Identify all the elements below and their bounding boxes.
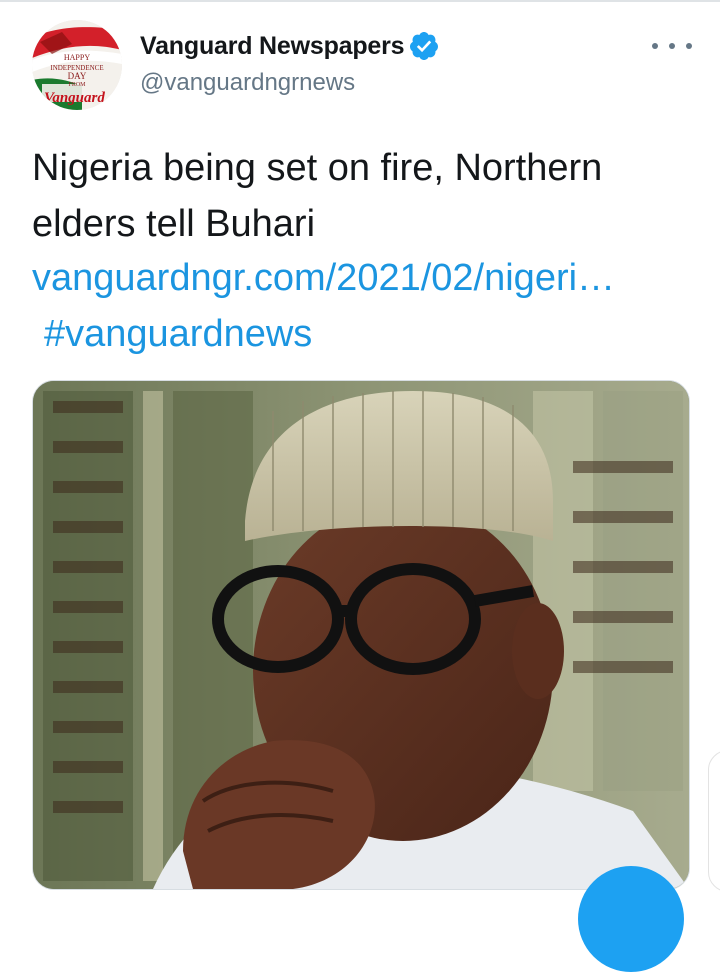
profile-avatar[interactable]: HAPPY INDEPENDENCE DAY FROM Vanguard bbox=[32, 20, 122, 110]
avatar-text-from: FROM bbox=[68, 82, 86, 88]
more-options-icon[interactable] bbox=[652, 34, 692, 58]
author-name-row[interactable]: Vanguard Newspapers bbox=[140, 30, 440, 62]
tweet-link[interactable]: vanguardngr.com/2021/02/nigeri… bbox=[32, 250, 702, 306]
compose-tweet-icon[interactable] bbox=[578, 866, 684, 972]
top-divider bbox=[0, 0, 720, 2]
tweet-hashtag[interactable]: #vanguardnews bbox=[44, 306, 312, 362]
avatar-brand-logo: Vanguard bbox=[44, 90, 105, 106]
photo-illustration bbox=[33, 381, 689, 889]
verified-badge-icon bbox=[410, 32, 439, 60]
tweet-media-image[interactable] bbox=[32, 380, 690, 890]
tweet-text: Nigeria being set on fire, Northern elde… bbox=[32, 147, 613, 245]
dot bbox=[652, 43, 658, 49]
dot bbox=[686, 43, 692, 49]
avatar-text-day: DAY bbox=[67, 71, 87, 81]
author-handle[interactable]: @vanguardngrnews bbox=[140, 69, 355, 97]
side-panel-edge bbox=[708, 750, 720, 892]
avatar-text-happy: HAPPY bbox=[63, 53, 91, 62]
author-name[interactable]: Vanguard Newspapers bbox=[140, 32, 405, 61]
dot bbox=[669, 43, 675, 49]
